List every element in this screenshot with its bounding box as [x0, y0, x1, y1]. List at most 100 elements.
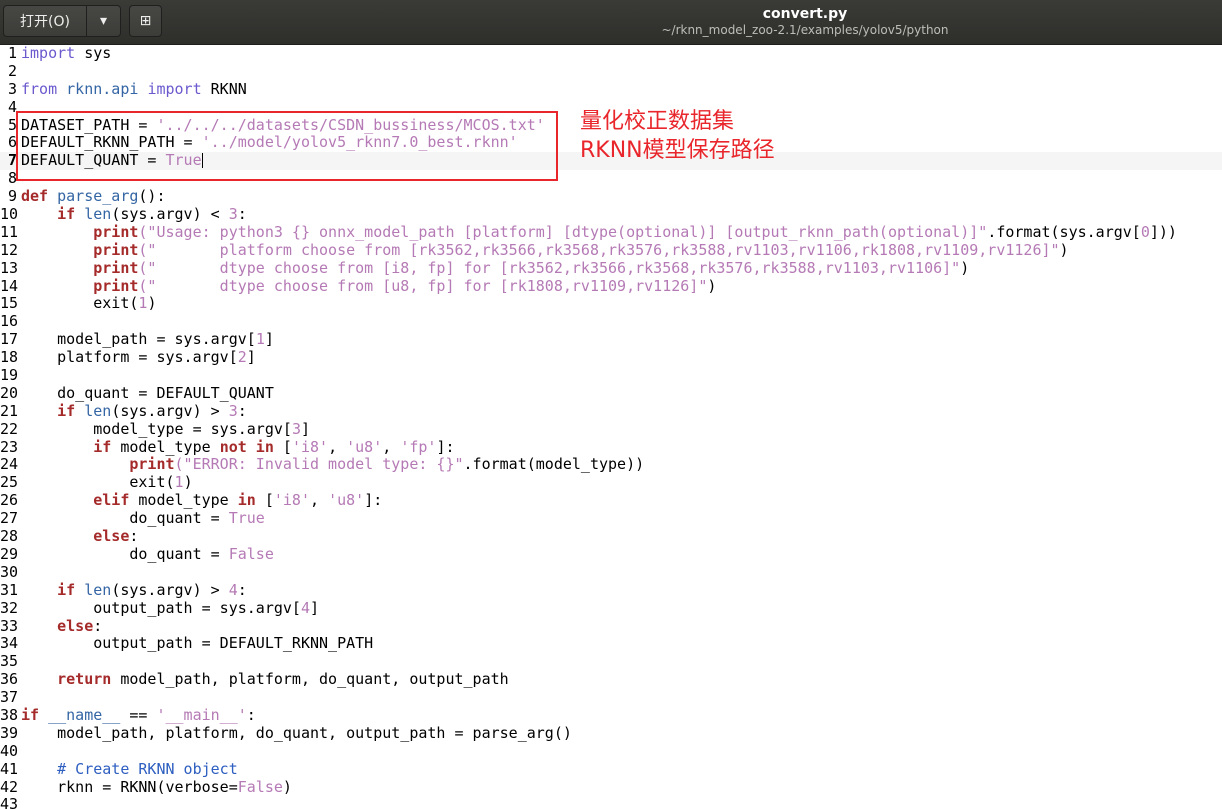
code-line[interactable]: 26 elif model_type in ['i8', 'u8']: [0, 491, 1222, 510]
code-text: exit(1) [21, 473, 193, 492]
line-number: 11 [0, 222, 19, 241]
code-line[interactable]: 15 exit(1) [0, 295, 1222, 313]
code-line[interactable]: 18 platform = sys.argv[2] [0, 348, 1222, 367]
line-number: 20 [0, 383, 19, 402]
code-line[interactable]: 30 [0, 562, 1222, 582]
code-text: elif model_type in ['i8', 'u8']: [93, 491, 383, 510]
annotation-dataset: 量化校正数据集 [580, 109, 735, 134]
code-text: from rknn.api import RKNN [21, 79, 247, 98]
line-number: 7 [7, 151, 17, 170]
code-text: do_quant = DEFAULT_QUANT [21, 383, 274, 402]
code-line[interactable]: 2 [0, 61, 1222, 81]
code-line[interactable]: 24 print("ERROR: Invalid model type: {}"… [0, 456, 1222, 474]
code-line[interactable]: 31 if len(sys.argv) > 4: [0, 580, 1222, 600]
code-line[interactable]: 43 [0, 796, 1222, 809]
open-button[interactable]: 打开(O) [3, 5, 87, 37]
line-number: 15 [0, 294, 19, 313]
code-line[interactable]: 16 [0, 312, 1222, 331]
code-line[interactable]: 11 print("Usage: python3 {} onnx_model_p… [0, 222, 1222, 242]
line-number: 3 [7, 79, 17, 98]
line-number: 16 [0, 312, 19, 331]
code-text: if __name__ == '__main__': [21, 705, 256, 724]
code-text: if model_type not in ['i8', 'u8', 'fp']: [93, 437, 455, 456]
code-text: model_type = sys.argv[3] [21, 419, 310, 438]
line-number: 39 [0, 723, 19, 742]
code-line[interactable]: 42 rknn = RKNN(verbose=False) [0, 777, 1222, 797]
code-line[interactable]: 1 import sys [0, 45, 1222, 63]
code-line[interactable]: 3 from rknn.api import RKNN [0, 79, 1222, 99]
code-line[interactable]: 13 print(" dtype choose from [i8, fp] fo… [0, 258, 1222, 278]
line-number: 8 [7, 169, 17, 188]
code-line[interactable]: 37 [0, 688, 1222, 707]
code-text: do_quant = True [21, 509, 265, 528]
code-line[interactable]: 12 print(" platform choose from [rk3562,… [0, 240, 1222, 260]
line-number: 22 [0, 419, 19, 438]
code-text: rknn = RKNN(verbose=False) [21, 777, 292, 796]
code-text: print("ERROR: Invalid model type: {}".fo… [129, 455, 645, 474]
code-line[interactable]: 32 output_path = sys.argv[4] [0, 598, 1222, 618]
window-title-path: ~/rknn_model_zoo-2.1/examples/yolov5/pyt… [661, 23, 949, 37]
window-title: convert.py ~/rknn_model_zoo-2.1/examples… [560, 6, 1050, 38]
code-line[interactable]: 19 [0, 366, 1222, 385]
code-text: output_path = DEFAULT_RKNN_PATH [21, 634, 374, 653]
code-line[interactable]: 23 if model_type not in ['i8', 'u8', 'fp… [0, 437, 1222, 457]
code-text: print("Usage: python3 {} onnx_model_path… [93, 222, 1177, 241]
code-line[interactable]: 17 model_path = sys.argv[1] [0, 330, 1222, 349]
line-number: 24 [0, 455, 19, 474]
line-number: 12 [0, 240, 19, 259]
line-number: 42 [0, 777, 19, 796]
code-text: import sys [21, 45, 112, 62]
code-text: else: [93, 527, 139, 546]
code-line[interactable]: 29 do_quant = False [0, 544, 1222, 564]
line-number: 18 [0, 348, 19, 367]
line-number: 34 [0, 634, 19, 653]
code-line[interactable]: 40 [0, 741, 1222, 761]
line-number: 25 [0, 473, 19, 492]
code-line[interactable]: 25 exit(1) [0, 473, 1222, 492]
code-text: # Create RKNN object [57, 759, 238, 778]
line-number: 36 [0, 670, 19, 689]
new-document-icon: ⊞ [139, 13, 152, 29]
code-line[interactable]: 33 else: [0, 617, 1222, 636]
code-line[interactable]: 22 model_type = sys.argv[3] [0, 419, 1222, 439]
code-line[interactable]: 39 model_path, platform, do_quant, outpu… [0, 723, 1222, 743]
code-text: output_path = sys.argv[4] [21, 598, 320, 617]
open-button-group: 打开(O) ▾ [3, 5, 121, 37]
line-number: 28 [0, 527, 19, 546]
line-number: 21 [0, 401, 19, 420]
open-dropdown-button[interactable]: ▾ [87, 5, 121, 37]
code-line[interactable]: 20 do_quant = DEFAULT_QUANT [0, 383, 1222, 403]
code-line[interactable]: 10 if len(sys.argv) < 3: [0, 205, 1222, 224]
code-line[interactable]: 36 return model_path, platform, do_quant… [0, 670, 1222, 689]
code-text: if len(sys.argv) < 3: [57, 205, 247, 224]
code-line[interactable]: 14 print(" dtype choose from [u8, fp] fo… [0, 276, 1222, 296]
line-number: 30 [0, 562, 19, 581]
line-number: 13 [0, 258, 19, 277]
line-number: 40 [0, 741, 19, 760]
line-number: 9 [7, 187, 17, 206]
code-line[interactable]: 27 do_quant = True [0, 509, 1222, 528]
line-number: 2 [7, 61, 17, 80]
line-number: 10 [0, 205, 19, 224]
code-line[interactable]: 34 output_path = DEFAULT_RKNN_PATH [0, 634, 1222, 653]
new-document-button[interactable]: ⊞ [129, 5, 162, 37]
line-number: 29 [0, 544, 19, 563]
code-text: print(" dtype choose from [i8, fp] for [… [93, 258, 970, 277]
code-line[interactable]: 41 # Create RKNN object [0, 759, 1222, 779]
code-text: print(" platform choose from [rk3562,rk3… [93, 240, 1069, 259]
code-line[interactable]: 38 if __name__ == '__main__': [0, 705, 1222, 725]
code-text: exit(1) [21, 294, 157, 313]
code-line[interactable]: 9 def parse_arg(): [0, 187, 1222, 206]
code-line[interactable]: 28 else: [0, 527, 1222, 546]
line-number: 23 [0, 437, 19, 456]
code-text: model_path, platform, do_quant, output_p… [21, 723, 572, 742]
code-line[interactable]: 35 [0, 652, 1222, 671]
line-number: 14 [0, 276, 19, 295]
line-number: 43 [0, 795, 19, 809]
window-title-filename: convert.py [762, 6, 848, 22]
code-text: return model_path, platform, do_quant, o… [57, 670, 509, 689]
code-line[interactable]: 21 if len(sys.argv) > 3: [0, 401, 1222, 421]
code-text: if len(sys.argv) > 4: [57, 580, 247, 599]
code-text: print(" dtype choose from [u8, fp] for [… [93, 276, 717, 295]
code-text: model_path = sys.argv[1] [21, 330, 274, 349]
